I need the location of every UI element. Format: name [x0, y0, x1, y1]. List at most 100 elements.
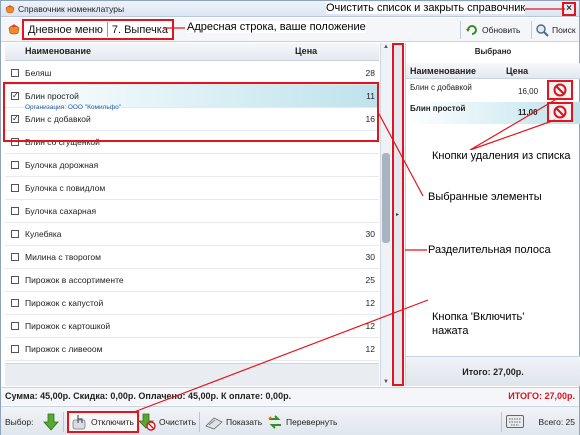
search-label: Поиск — [552, 25, 576, 35]
list-item-price: 25 — [365, 275, 375, 285]
selected-total: Итого: 27,00р. — [406, 356, 580, 386]
selected-column-name: Наименование — [410, 66, 477, 76]
vertical-scrollbar[interactable]: ▲ ▼ — [380, 43, 391, 386]
toolbar-separator — [501, 412, 502, 432]
breadcrumb-item-bakery[interactable]: 7. Выпечка — [108, 24, 172, 36]
toolbar-separator — [531, 21, 532, 39]
checkbox[interactable] — [11, 161, 19, 169]
list-item[interactable]: ✓ Блин простой 11 Организация: ООО "Комильф… — [5, 85, 379, 111]
clear-button[interactable]: Очистить — [138, 411, 196, 433]
list-item-price: 12 — [365, 321, 375, 331]
selected-panel-title: Выбрано — [474, 47, 512, 56]
list-item[interactable]: Пирожок с ливеоом 12 — [5, 338, 379, 361]
checkbox[interactable] — [11, 253, 19, 261]
list-item[interactable]: Булочка сахарная — [5, 200, 379, 223]
list-item-name: Кулебяка — [25, 229, 62, 239]
list-item-price: 30 — [365, 229, 375, 239]
refresh-icon — [466, 25, 477, 35]
annotation-address: Адресная строка, ваше положение — [187, 21, 366, 33]
annotation-enable-button: Кнопка 'Включить' нажата — [432, 310, 552, 338]
scroll-up-icon[interactable]: ▲ — [382, 44, 390, 50]
scrollbar-thumb[interactable] — [382, 153, 390, 243]
delete-item-button[interactable] — [547, 102, 573, 122]
checkbox[interactable] — [11, 184, 19, 192]
toolbar-separator — [63, 412, 64, 432]
list-item-name: Пирожок с капустой — [25, 298, 104, 308]
bottom-toolbar: Выбор: Отключить Очистить Показать Перев… — [1, 406, 579, 435]
search-button[interactable]: Поиск — [535, 21, 576, 39]
select-down-button[interactable] — [43, 411, 59, 433]
show-button[interactable]: Показать — [205, 411, 262, 433]
summary-text: Сумма: 45,00р. Скидка: 0,00р. Оплачено: … — [5, 391, 292, 401]
list-item-name: Милина с творогом — [25, 252, 101, 262]
list-item[interactable]: ✓ Блин с добавкой 16 — [5, 108, 379, 131]
breadcrumb: Дневное меню 7. Выпечка — [22, 19, 174, 40]
checked-checkbox[interactable]: ✓ — [11, 115, 19, 123]
search-icon — [536, 24, 549, 37]
list-item[interactable]: Кулебяка 30 — [5, 223, 379, 246]
list-item[interactable]: Милина с творогом 30 — [5, 246, 379, 269]
selected-row-price: 16,00 — [518, 87, 539, 96]
disable-label: Отключить — [91, 417, 134, 427]
list-item[interactable]: Пирожок с картошкой 12 — [5, 315, 379, 338]
list-item[interactable]: Блин со сгущенкой — [5, 131, 379, 154]
list-item-name: Пирожок в ассортименте — [25, 275, 124, 285]
checkbox[interactable] — [11, 230, 19, 238]
list-item-name: Пирожок с картошкой — [25, 321, 111, 331]
annotation-close: Очистить список и закрыть справочник — [326, 2, 526, 14]
checkbox[interactable] — [11, 138, 19, 146]
splitter-bar[interactable]: ▸ — [392, 43, 404, 386]
list-item-name: Булочка сахарная — [25, 206, 97, 216]
breadcrumb-item-day-menu[interactable]: Дневное меню — [24, 24, 107, 36]
keyboard-icon[interactable] — [506, 415, 524, 428]
show-icon — [205, 417, 223, 430]
items-list: Наименование Цена Беляш 28 ✓ Блин простой 11… — [5, 43, 379, 386]
checkbox[interactable] — [11, 69, 19, 77]
checkbox[interactable] — [11, 299, 19, 307]
total-count: Всего: 25 — [538, 417, 575, 427]
annotation-splitter: Разделительная полоса — [428, 244, 551, 256]
list-item-price: 30 — [365, 252, 375, 262]
list-item[interactable]: Булочка с повидлом — [5, 177, 379, 200]
grand-total: ИТОГО: 27,00р. — [508, 391, 575, 401]
refresh-button[interactable]: Обновить — [465, 21, 521, 39]
list-empty-area — [5, 363, 379, 386]
disable-button[interactable]: Отключить — [67, 411, 139, 433]
selected-row-price: 11,00 — [518, 108, 538, 117]
list-item-name: Блин со сгущенкой — [25, 137, 100, 147]
list-item[interactable]: Беляш 28 — [5, 62, 379, 85]
list-item-price: 12 — [365, 298, 375, 308]
checkbox[interactable] — [11, 322, 19, 330]
annotation-delete-buttons: Кнопки удаления из списка — [432, 150, 571, 162]
no-entry-icon — [553, 83, 567, 97]
delete-item-button[interactable] — [547, 80, 573, 100]
list-header: Наименование Цена — [5, 43, 379, 61]
list-item[interactable]: Пирожок с капустой 12 — [5, 292, 379, 315]
summary-bar: Сумма: 45,00р. Скидка: 0,00р. Оплачено: … — [1, 387, 579, 405]
list-item-name: Булочка с повидлом — [25, 183, 106, 193]
list-item[interactable]: Пирожок в ассортименте 25 — [5, 269, 379, 292]
checkbox[interactable] — [11, 276, 19, 284]
column-header-price[interactable]: Цена — [295, 46, 317, 56]
list-item[interactable]: Булочка дорожная — [5, 154, 379, 177]
list-item-price: 28 — [365, 68, 375, 78]
checkbox[interactable] — [11, 345, 19, 353]
selected-row-name: Блин с добавкой — [410, 83, 472, 92]
splitter-grip-icon: ▸ — [396, 212, 400, 218]
flip-button[interactable]: Перевернуть — [267, 411, 337, 433]
column-header-name[interactable]: Наименование — [25, 46, 91, 56]
scroll-down-icon[interactable]: ▼ — [382, 379, 390, 385]
show-label: Показать — [226, 417, 263, 427]
list-item-name: Блин простой — [25, 91, 79, 101]
arrow-down-icon — [43, 413, 59, 431]
flip-label: Перевернуть — [286, 417, 338, 427]
toolbar-separator — [460, 21, 461, 39]
choice-label: Выбор: — [5, 417, 34, 427]
checked-checkbox[interactable]: ✓ — [11, 92, 19, 100]
close-button[interactable]: × — [562, 2, 576, 16]
menu-icon[interactable] — [7, 22, 21, 36]
checkbox[interactable] — [11, 207, 19, 215]
toolbar-separator — [199, 412, 200, 432]
reference-window: Справочник номенклатуры × Дневное меню 7… — [0, 0, 580, 435]
app-icon — [5, 5, 15, 14]
